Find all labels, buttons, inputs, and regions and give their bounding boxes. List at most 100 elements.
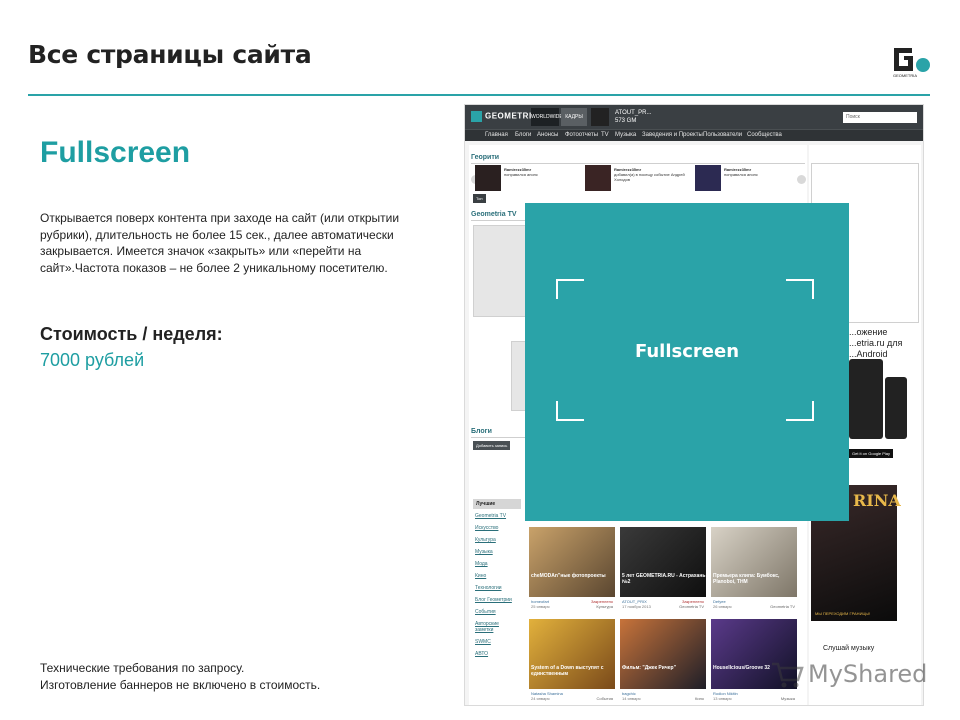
add-blog-button[interactable]: Добавить запись bbox=[473, 441, 511, 450]
blog-card-caption: 5 лет GEOMETRIA.RU - Астрахань №2 bbox=[622, 573, 706, 585]
header-box-kadry[interactable]: КАДРЫ bbox=[561, 108, 587, 126]
tv-video-placeholder[interactable] bbox=[473, 225, 527, 317]
top-button[interactable]: Топ bbox=[473, 194, 486, 203]
blog-card-date: 17 ноября 2013 bbox=[622, 604, 651, 609]
georiti-avatar-3[interactable] bbox=[695, 165, 721, 191]
blog-menu-item[interactable]: Технологии bbox=[475, 585, 502, 591]
blog-card-author: Rodion Nikitin 13 января bbox=[713, 691, 738, 701]
blog-menu-item[interactable]: SWMC bbox=[475, 639, 491, 645]
music-banner-caption: МЫ ПЕРЕХОДИМ ГРАНИЦЫ! bbox=[815, 611, 871, 616]
site-logo[interactable]: GEOMETRIA bbox=[471, 111, 538, 122]
cost-label: Стоимость / неделя: bbox=[40, 324, 223, 344]
nav-item-communities[interactable]: Сообщества bbox=[747, 132, 782, 138]
blog-menu-item[interactable]: Кино bbox=[475, 573, 486, 579]
blog-menu-item[interactable]: Культура bbox=[475, 537, 496, 543]
blog-card-category[interactable]: Кино bbox=[695, 696, 704, 701]
blog-card-meta: Закреплено Geometria TV bbox=[679, 599, 704, 609]
blog-card-author: ATOUT_PRIX 17 ноября 2013 bbox=[622, 599, 651, 609]
header-box-worldwide[interactable]: WORLDWIDE bbox=[531, 108, 563, 126]
title-divider bbox=[28, 94, 930, 96]
blog-menu-item[interactable]: События bbox=[475, 609, 496, 615]
nav-item-users[interactable]: Пользователи bbox=[703, 132, 742, 138]
blog-card-meta: Geometria TV bbox=[770, 599, 795, 609]
blog-menu-best[interactable]: Лучшие bbox=[473, 499, 521, 509]
block-title-georiti: Георити bbox=[471, 154, 500, 161]
block-title-geometria-tv: Geometria TV bbox=[471, 211, 517, 218]
blog-card-caption: Фильм: "Джек Ричер" bbox=[622, 665, 676, 671]
corner-top-left-icon bbox=[556, 279, 584, 299]
block-title-blogs: Блоги bbox=[471, 428, 492, 435]
divider bbox=[471, 163, 805, 164]
app-promo-text: ...ожение ...etria.ru для ...Android bbox=[849, 327, 903, 359]
georiti-avatar-2[interactable] bbox=[585, 165, 611, 191]
nav-item-announcements[interactable]: Анонсы bbox=[537, 132, 558, 138]
google-play-button[interactable]: Get it on Google Play bbox=[849, 449, 894, 458]
blog-menu-item[interactable]: Блог Геометрии bbox=[475, 597, 512, 603]
phone-image-small bbox=[885, 377, 907, 439]
nav-item-music[interactable]: Музыка bbox=[615, 132, 636, 138]
blog-card[interactable]: Премьера клипа: Бумбокс, Planoboi, THM D… bbox=[711, 527, 797, 617]
nav-item-photo-reports[interactable]: Фотоотчеты bbox=[565, 132, 598, 138]
blog-menu-item[interactable]: Музыка bbox=[475, 549, 493, 555]
fullscreen-label: Fullscreen bbox=[634, 341, 740, 362]
georiti-item-3: Ramirezz35mr понравился анонс bbox=[724, 167, 794, 177]
blog-menu-item[interactable]: Искусство bbox=[475, 525, 498, 531]
site-header: GEOMETRIA WORLDWIDE КАДРЫ ATOUT_PR... 57… bbox=[465, 105, 923, 129]
georiti-text-1: понравился анонс bbox=[504, 172, 538, 177]
header-user-sub: 573 GM bbox=[615, 118, 637, 124]
section-heading: Fullscreen bbox=[40, 136, 191, 169]
site-nav: Главная Блоги Анонсы Фотоотчеты TV Музык… bbox=[465, 129, 923, 141]
site-search-input[interactable]: Поиск bbox=[843, 112, 917, 123]
footnote-line-2: Изготовление баннеров не включено в стои… bbox=[40, 678, 321, 692]
blog-card-caption: System of a Down выступят с единственным bbox=[531, 665, 604, 677]
blog-card[interactable]: cheMODAn"ные фотопроекты homeofart 25 янв… bbox=[529, 527, 615, 617]
blog-card-image bbox=[529, 619, 615, 689]
nav-item-blogs[interactable]: Блоги bbox=[515, 132, 531, 138]
music-banner-title: RINA bbox=[853, 491, 901, 510]
nav-item-venues[interactable]: Заведения и Проекты bbox=[642, 132, 703, 138]
blog-card-date: 26 января bbox=[713, 604, 732, 609]
watermark-text: MyShared bbox=[808, 660, 928, 688]
listen-music-title: Слушай музыку bbox=[823, 645, 875, 652]
blog-card-image bbox=[711, 527, 797, 597]
geometria-logo-icon: GEOMETRIA bbox=[893, 48, 930, 78]
blog-card-image bbox=[529, 527, 615, 597]
blog-menu-item[interactable]: Мода bbox=[475, 561, 488, 567]
blog-card-category[interactable]: Geometria TV bbox=[679, 604, 704, 609]
next-arrow-icon[interactable] bbox=[797, 175, 806, 184]
slide-title: Все страницы сайта bbox=[28, 40, 312, 69]
blog-card-category[interactable]: Музыка bbox=[781, 696, 795, 701]
blog-card-date: 14 января bbox=[622, 696, 641, 701]
fullscreen-overlay[interactable]: Fullscreen bbox=[525, 203, 849, 521]
blog-card-category[interactable]: Культура bbox=[596, 604, 613, 609]
blog-menu-item[interactable]: Авторские заметки bbox=[475, 621, 505, 633]
blog-menu-item[interactable]: Geometria TV bbox=[475, 513, 506, 519]
corner-top-right-icon bbox=[786, 279, 814, 299]
blog-card-author: bagchic 14 января bbox=[622, 691, 641, 701]
corner-bottom-right-icon bbox=[786, 401, 814, 421]
blog-card-meta: Закреплено Культура bbox=[591, 599, 613, 609]
blog-card[interactable]: System of a Down выступят с единственным… bbox=[529, 619, 615, 705]
blog-card-category[interactable]: Geometria TV bbox=[770, 604, 795, 609]
nav-item-home[interactable]: Главная bbox=[485, 132, 508, 138]
blog-card-date: 25 января bbox=[531, 604, 550, 609]
blog-card-category[interactable]: События bbox=[596, 696, 613, 701]
footnote: Технические требования по запросу. Изгот… bbox=[40, 660, 320, 694]
blog-card-author: Natasha Shamina 24 января bbox=[531, 691, 563, 701]
blog-menu-item[interactable]: АВТО bbox=[475, 651, 488, 657]
blog-card-author: Defyee 26 января bbox=[713, 599, 732, 609]
blog-card-meta: Кино bbox=[695, 691, 704, 701]
blog-card-caption: cheMODAn"ные фотопроекты bbox=[531, 573, 606, 579]
header-thumbnail[interactable] bbox=[591, 108, 609, 126]
blog-card-author: homeofart 25 января bbox=[531, 599, 550, 609]
blog-card-date: 13 января bbox=[713, 696, 732, 701]
georiti-text-2: добавил(а) в посещу событие Андрей Холод… bbox=[614, 172, 685, 182]
nav-item-tv[interactable]: TV bbox=[601, 132, 609, 138]
blog-card-caption: Housellcious/Groove 32 bbox=[713, 665, 770, 671]
blog-card[interactable]: 5 лет GEOMETRIA.RU - Астрахань №2 ATOUT_… bbox=[620, 527, 706, 617]
blog-card[interactable]: Фильм: "Джек Ричер" bagchic 14 января Кин… bbox=[620, 619, 706, 705]
header-user-text: ATOUT_PR... 573 GM bbox=[615, 109, 651, 125]
phone-image bbox=[849, 359, 883, 439]
blog-card-meta: Музыка bbox=[781, 691, 795, 701]
georiti-avatar-1[interactable] bbox=[475, 165, 501, 191]
